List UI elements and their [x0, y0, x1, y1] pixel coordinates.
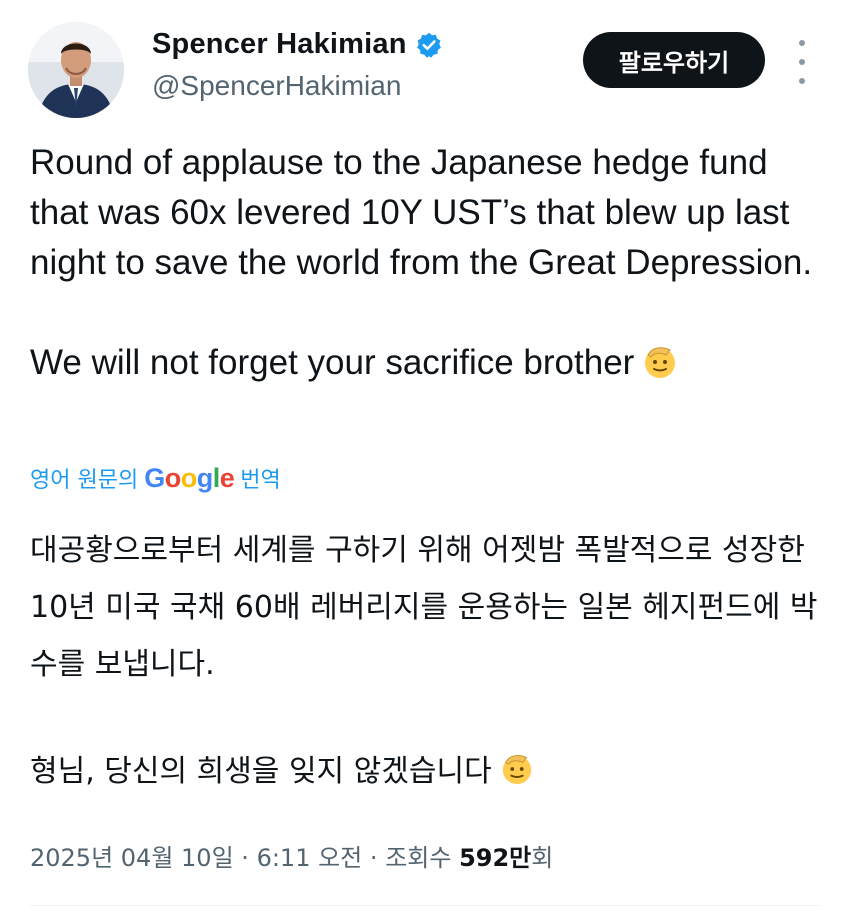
saluting-face-emoji-icon [500, 748, 534, 785]
tweet-text-line: We will not forget your sacrifice brothe… [30, 343, 635, 382]
avatar[interactable] [28, 22, 124, 118]
avatar-image [28, 22, 124, 118]
views-label: 조회수 [385, 844, 452, 872]
google-logo: Google [144, 463, 235, 493]
tweet-header: Spencer Hakimian @SpencerHakimian 팔로우하기 [0, 0, 850, 130]
follow-button[interactable]: 팔로우하기 [583, 32, 765, 88]
more-dot [799, 40, 805, 46]
views-suffix: 회 [531, 844, 554, 872]
tweet-paragraph: We will not forget your sacrifice brothe… [30, 338, 830, 388]
meta-separator: · [369, 844, 378, 872]
display-name[interactable]: Spencer Hakimian [152, 28, 407, 61]
tweet-text-line: 형님, 당신의 희생을 잊지 않겠습니다 [30, 754, 492, 789]
translate-prefix: 영어 원문의 [30, 468, 139, 493]
verified-badge-icon [415, 31, 443, 59]
author-name-row: Spencer Hakimian [152, 28, 443, 61]
more-vertical-icon[interactable] [790, 40, 814, 84]
tweet-text-translated: 대공황으로부터 세계를 구하기 위해 어젯밤 폭발적으로 성장한 10년 미국 … [30, 522, 830, 800]
views-count: 592만 [459, 844, 532, 872]
meta-separator: · [241, 844, 249, 872]
tweet-date[interactable]: 2025년 04월 10일 [30, 844, 234, 872]
translate-attribution-link[interactable]: 영어 원문의 Google 번역 [30, 462, 281, 494]
tweet-paragraph: 대공황으로부터 세계를 구하기 위해 어젯밤 폭발적으로 성장한 10년 미국 … [30, 533, 818, 682]
divider [30, 905, 820, 906]
more-dot [799, 78, 805, 84]
more-dot [799, 59, 805, 65]
tweet-paragraph: Round of applause to the Japanese hedge … [30, 143, 813, 282]
translate-suffix: 번역 [240, 468, 281, 493]
tweet-paragraph: 형님, 당신의 희생을 잊지 않겠습니다 [30, 743, 830, 800]
saluting-face-emoji-icon [642, 344, 678, 380]
author-handle[interactable]: @SpencerHakimian [152, 70, 401, 102]
tweet-text-original: Round of applause to the Japanese hedge … [30, 138, 830, 388]
tweet-time[interactable]: 6:11 오전 [257, 844, 363, 872]
tweet-metadata: 2025년 04월 10일 · 6:11 오전 · 조회수 592만회 [30, 838, 553, 873]
